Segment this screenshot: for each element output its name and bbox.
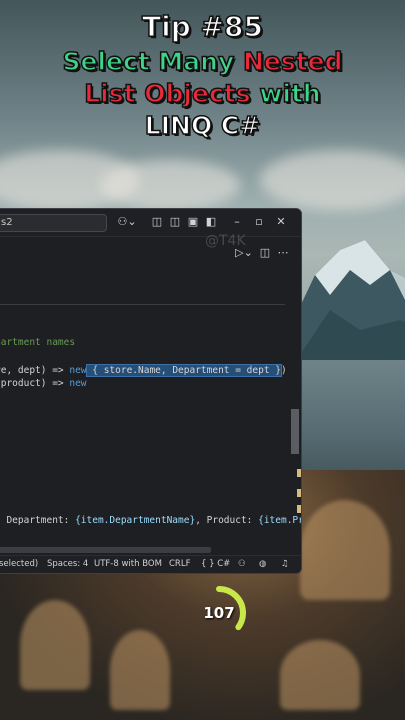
code-comment: partment names — [0, 337, 76, 348]
headline-part: Nested — [242, 46, 343, 77]
scroll-marker — [297, 505, 301, 513]
headline-part: Select Many — [62, 46, 243, 77]
minimize-icon[interactable]: – — [231, 216, 243, 228]
scroll-marker — [297, 469, 301, 477]
encoding-status[interactable]: UTF-8 with BOM — [94, 559, 162, 569]
copilot-icon[interactable]: ⚇⌄ — [117, 216, 137, 228]
tip-number: Tip #85 — [141, 9, 263, 44]
horizontal-scrollbar[interactable] — [0, 547, 211, 553]
more-icon[interactable]: ⋯ — [277, 247, 289, 259]
code-keyword: new — [69, 378, 87, 389]
grass-tuft — [110, 630, 170, 710]
search-input[interactable]: s2 — [0, 214, 107, 232]
line-ending-status[interactable]: CRLF — [169, 559, 190, 569]
layout-split-icon[interactable]: ◫ — [169, 216, 181, 228]
code-interpolation: {item.Pr — [258, 515, 302, 526]
layout-panel-icon[interactable]: ▣ — [187, 216, 199, 228]
grass-tuft — [280, 640, 360, 710]
editor-window: s2 ⚇⌄ ◫ ◫ ▣ ◧ – ▫ ✕ ▷⌄ ◫ ⋯ @T4K partment… — [0, 208, 302, 574]
close-icon[interactable]: ✕ — [275, 216, 287, 228]
code-token: re, dept) => — [0, 365, 70, 376]
grass-tuft — [300, 500, 390, 600]
selection-status[interactable]: selected) — [0, 559, 38, 569]
selected-code[interactable]: { store.Name, Department = dept } — [85, 364, 283, 377]
status-bar: selected) Spaces: 4 UTF-8 with BOM CRLF … — [0, 555, 301, 573]
cloud — [100, 160, 240, 210]
title-overlay: Tip #85 Select Many Nested List Objects … — [0, 8, 405, 142]
headline-part: List Objects — [83, 78, 260, 109]
indentation-status[interactable]: Spaces: 4 — [47, 559, 88, 569]
scroll-marker — [297, 489, 301, 497]
code-interpolation: {item.DepartmentName} — [75, 515, 196, 526]
grass-tuft — [20, 600, 90, 690]
restore-icon[interactable]: ▫ — [253, 216, 265, 228]
headline-line-3: LINQ C# — [144, 110, 261, 141]
language-status[interactable]: { } C# — [201, 559, 230, 569]
split-editor-icon[interactable]: ◫ — [259, 247, 271, 259]
title-bar: s2 ⚇⌄ ◫ ◫ ▣ ◧ – ▫ ✕ — [0, 209, 301, 237]
code-token: , Product: — [195, 515, 259, 526]
code-keyword: new — [69, 365, 87, 376]
code-token: ) — [281, 365, 287, 376]
code-line: re, dept) => new { store.Name, Departmen… — [0, 364, 295, 377]
editor-toolbar: ▷⌄ ◫ ⋯ — [0, 237, 301, 267]
copilot-status-icon[interactable]: ⚇ — [238, 559, 246, 569]
feedback-icon[interactable]: ◍ — [259, 559, 266, 569]
code-token: , Department: — [0, 515, 76, 526]
counter-value: 107 — [203, 604, 235, 622]
headline-part: with — [259, 78, 322, 109]
progress-counter: 107 — [190, 584, 248, 642]
vertical-scrollbar[interactable] — [291, 409, 299, 454]
notifications-icon[interactable]: ♫ — [281, 559, 289, 569]
divider — [0, 304, 285, 305]
code-line: , Department: {item.DepartmentName}, Pro… — [0, 515, 301, 526]
code-token: product) => — [0, 378, 70, 389]
code-line: product) => new — [0, 378, 295, 389]
headline-line-1: Select Many Nested — [0, 46, 405, 78]
layout-grid-icon[interactable]: ◧ — [205, 216, 217, 228]
watermark: @T4K — [205, 233, 246, 249]
headline-line-2: List Objects with — [0, 78, 405, 110]
layout-sidebar-icon[interactable]: ◫ — [151, 216, 163, 228]
